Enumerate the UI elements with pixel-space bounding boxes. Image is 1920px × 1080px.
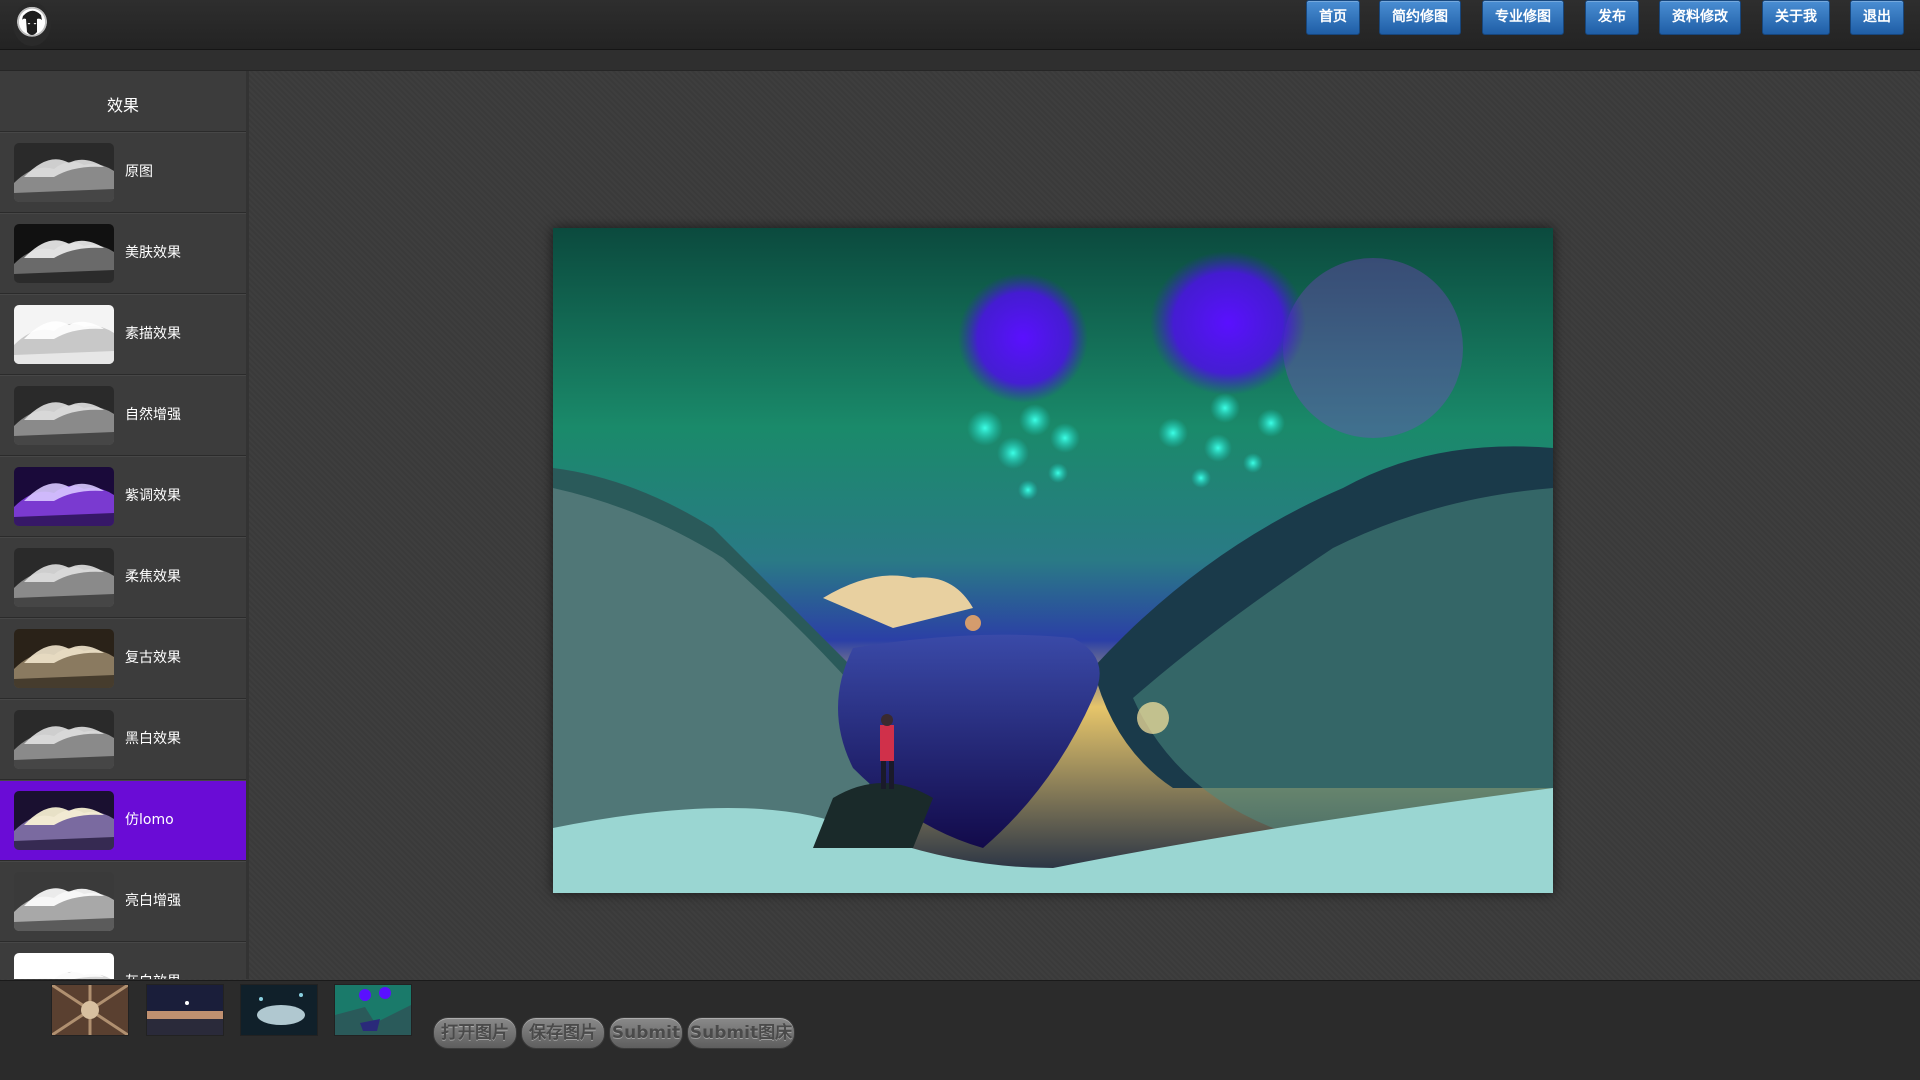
- sidebar-title: 效果: [0, 71, 246, 132]
- nav-about-button[interactable]: 关于我: [1762, 0, 1830, 35]
- effect-label: 原图: [125, 164, 153, 180]
- nav-pro-edit-button[interactable]: 专业修图: [1482, 0, 1564, 35]
- effect-label: 亮白增强: [125, 893, 181, 909]
- effect-label: 黑白效果: [125, 731, 181, 747]
- top-bar: 首页 简约修图 专业修图 发布 资料修改 关于我 退出: [0, 0, 1920, 50]
- effect-item-2[interactable]: 素描效果: [0, 294, 246, 375]
- effect-item-10[interactable]: 灰白效果: [0, 942, 246, 979]
- effect-thumbnail: [14, 629, 114, 688]
- nav-publish-button[interactable]: 发布: [1585, 0, 1639, 35]
- effect-thumbnail: [14, 224, 114, 283]
- submit-button[interactable]: Submit: [609, 1017, 683, 1049]
- open-image-button[interactable]: 打开图片: [433, 1017, 517, 1049]
- effect-item-8[interactable]: 仿lomo: [0, 780, 246, 861]
- effect-thumbnail: [14, 143, 114, 202]
- effect-label: 灰白效果: [125, 943, 181, 979]
- submit-image-host-button[interactable]: Submit图床: [687, 1017, 795, 1049]
- effect-label: 复古效果: [125, 650, 181, 666]
- effect-thumbnail: [14, 305, 114, 364]
- recent-image-thumb-1[interactable]: [51, 984, 129, 1036]
- effect-item-7[interactable]: 黑白效果: [0, 699, 246, 780]
- effect-item-1[interactable]: 美肤效果: [0, 213, 246, 294]
- effect-label: 美肤效果: [125, 245, 181, 261]
- effect-thumbnail: [14, 548, 114, 607]
- effect-label: 柔焦效果: [125, 569, 181, 585]
- edited-photo: [553, 228, 1553, 893]
- recent-image-thumb-2[interactable]: [146, 984, 224, 1036]
- effect-item-5[interactable]: 柔焦效果: [0, 537, 246, 618]
- effect-thumbnail: [14, 386, 114, 445]
- recent-image-thumb-4[interactable]: [334, 984, 412, 1036]
- nav-logout-button[interactable]: 退出: [1850, 0, 1904, 35]
- bottom-toolbar: 打开图片 保存图片 Submit Submit图床: [0, 980, 1920, 1080]
- effect-thumbnail: [14, 467, 114, 526]
- nav-home-button[interactable]: 首页: [1306, 0, 1360, 35]
- effect-label: 自然增强: [125, 407, 181, 423]
- effect-item-0[interactable]: 原图: [0, 132, 246, 213]
- effect-item-3[interactable]: 自然增强: [0, 375, 246, 456]
- effect-item-9[interactable]: 亮白增强: [0, 861, 246, 942]
- effects-sidebar: 效果 原图美肤效果素描效果自然增强紫调效果柔焦效果复古效果黑白效果仿lomo 亮白…: [0, 71, 249, 979]
- recent-image-thumb-3[interactable]: [240, 984, 318, 1036]
- effect-item-4[interactable]: 紫调效果: [0, 456, 246, 537]
- effect-item-6[interactable]: 复古效果: [0, 618, 246, 699]
- sub-bar: [0, 50, 1920, 71]
- effect-label: 素描效果: [125, 326, 181, 342]
- logo-avatar-icon[interactable]: [13, 2, 51, 46]
- effects-list: 原图美肤效果素描效果自然增强紫调效果柔焦效果复古效果黑白效果仿lomo 亮白增强灰…: [0, 132, 246, 979]
- effect-thumbnail: [14, 953, 114, 979]
- effect-label: 紫调效果: [125, 488, 181, 504]
- nav-profile-edit-button[interactable]: 资料修改: [1659, 0, 1741, 35]
- effect-thumbnail: [14, 710, 114, 769]
- effect-label: 仿lomo: [125, 812, 174, 828]
- nav-simple-edit-button[interactable]: 简约修图: [1379, 0, 1461, 35]
- effect-thumbnail: [14, 791, 114, 850]
- save-image-button[interactable]: 保存图片: [521, 1017, 605, 1049]
- effect-thumbnail: [14, 872, 114, 931]
